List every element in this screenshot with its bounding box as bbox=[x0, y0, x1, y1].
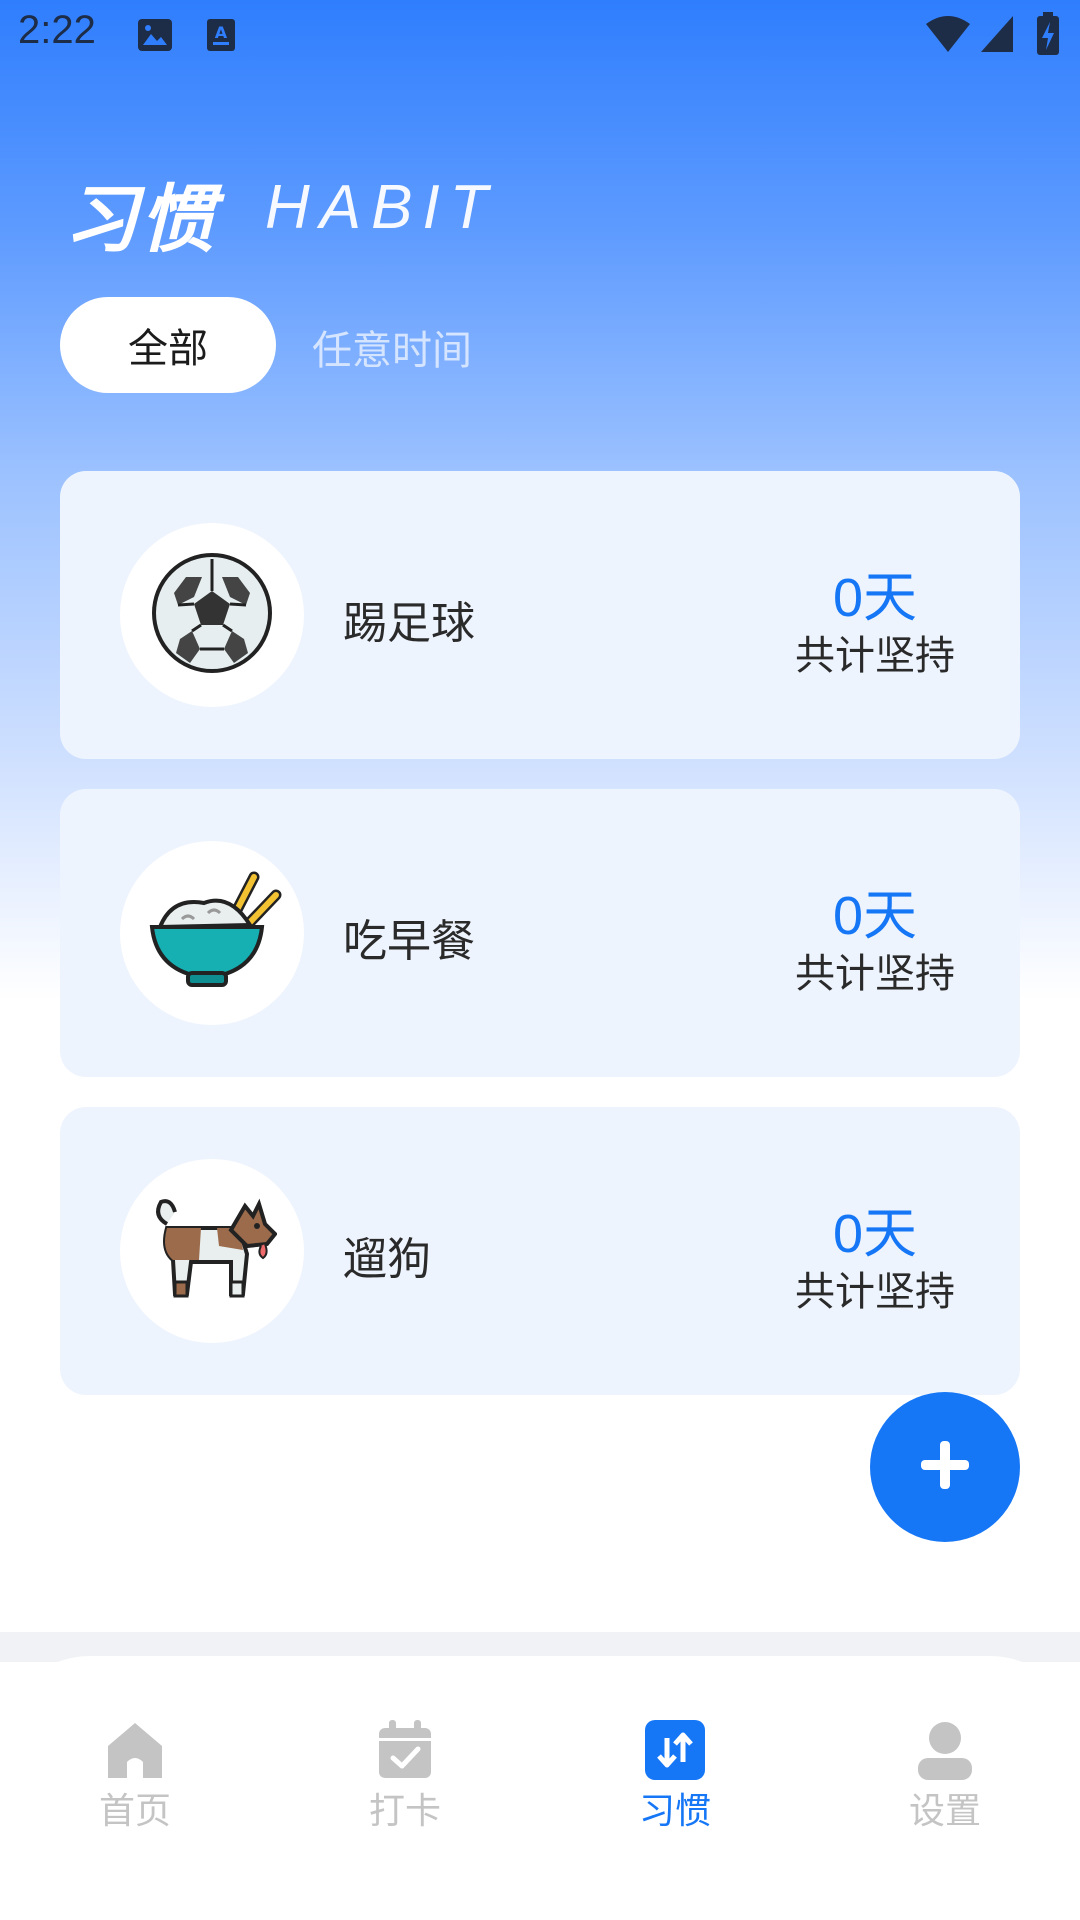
nav-item-checkin[interactable]: 打卡 bbox=[335, 1720, 475, 1840]
habit-card-breakfast[interactable]: 吃早餐 0天 共计坚持 bbox=[60, 789, 1020, 1077]
status-time: 2:22 bbox=[18, 8, 96, 52]
habit-days-count: 0天 bbox=[832, 886, 918, 946]
habit-days-caption: 共计坚持 bbox=[795, 1269, 955, 1315]
filter-tab-all[interactable]: 全部 bbox=[60, 297, 276, 393]
user-icon bbox=[915, 1720, 975, 1780]
filter-tab-anytime[interactable]: 任意时间 bbox=[312, 318, 472, 376]
nav-item-settings[interactable]: 设置 bbox=[875, 1720, 1015, 1840]
habit-swap-icon bbox=[645, 1720, 705, 1780]
add-habit-button[interactable] bbox=[870, 1392, 1020, 1542]
habit-days-caption: 共计坚持 bbox=[795, 633, 955, 679]
habit-card-dog-walk[interactable]: 遛狗 0天 共计坚持 bbox=[60, 1107, 1020, 1395]
rice-bowl-icon bbox=[142, 869, 282, 997]
wifi-icon bbox=[925, 14, 971, 58]
cellular-signal-icon bbox=[979, 14, 1015, 58]
habit-avatar bbox=[120, 1159, 304, 1343]
habit-card-soccer[interactable]: 踢足球 0天 共计坚持 bbox=[60, 471, 1020, 759]
nav-item-habit[interactable]: 习惯 bbox=[605, 1720, 745, 1840]
habit-avatar bbox=[120, 523, 304, 707]
nav-item-home[interactable]: 首页 bbox=[65, 1720, 205, 1840]
page-subtitle: HABIT bbox=[265, 173, 498, 242]
nav-label: 打卡 bbox=[368, 1791, 441, 1832]
nav-label: 首页 bbox=[98, 1791, 171, 1832]
habit-avatar bbox=[120, 841, 304, 1025]
keyboard-notification-icon: A bbox=[206, 18, 236, 56]
habit-days-count: 0天 bbox=[832, 1204, 918, 1264]
nav-label: 设置 bbox=[908, 1791, 981, 1832]
image-notification-icon bbox=[137, 18, 173, 56]
nav-label: 习惯 bbox=[638, 1791, 711, 1832]
habit-name: 踢足球 bbox=[343, 598, 475, 649]
calendar-check-icon bbox=[375, 1720, 435, 1780]
habit-days-count: 0天 bbox=[832, 568, 918, 628]
status-bar: 2:22 A bbox=[0, 0, 1080, 72]
soccer-ball-icon bbox=[150, 551, 274, 679]
page-title: 习惯 bbox=[64, 177, 216, 263]
battery-charging-icon bbox=[1036, 12, 1060, 60]
svg-text:A: A bbox=[215, 23, 228, 42]
bottom-nav: 首页 打卡 习惯 设置 bbox=[0, 1656, 1080, 1920]
dog-icon bbox=[147, 1194, 278, 1308]
plus-icon bbox=[917, 1437, 973, 1497]
habit-name: 吃早餐 bbox=[343, 916, 475, 967]
habit-screen: 2:22 A 习惯 HABIT 全部 任意时间 踢足球 0天 共计坚持 吃早餐 … bbox=[0, 0, 1080, 1920]
home-icon bbox=[105, 1720, 165, 1780]
habit-days-caption: 共计坚持 bbox=[795, 951, 955, 997]
habit-name: 遛狗 bbox=[343, 1234, 431, 1285]
